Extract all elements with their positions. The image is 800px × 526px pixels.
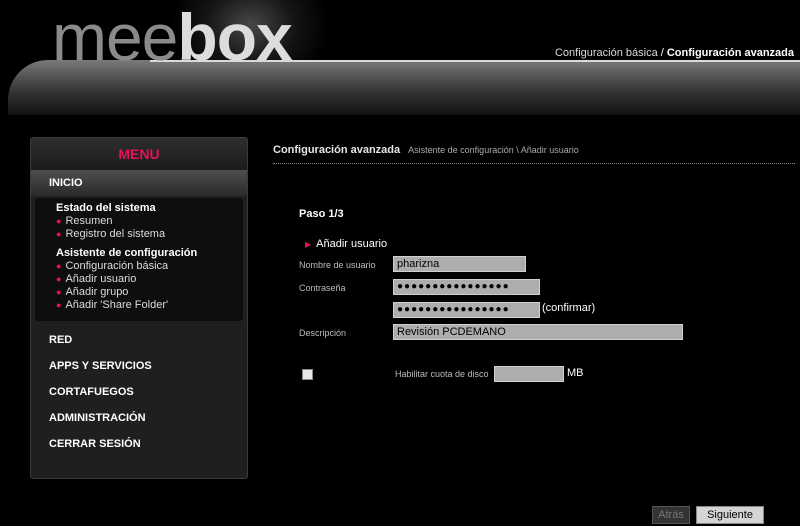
top-links: Configuración básica / Configuración ava… [555, 47, 794, 59]
advanced-config-link[interactable]: Configuración avanzada [667, 47, 794, 59]
nav-item-apps-servicios[interactable]: APPS Y SERVICIOS [31, 353, 247, 379]
sidebar-menu: MENU INICIO Estado del sistema ● Resumen … [30, 137, 248, 479]
breadcrumb-divider [273, 163, 795, 164]
description-label: Descripción [299, 328, 347, 338]
password-label: Contraseña [299, 283, 346, 293]
bullet-icon: ● [56, 300, 62, 310]
quota-label: Habilitar cuota de disco [395, 369, 489, 379]
nav-item-cerrar-sesion[interactable]: CERRAR SESIÓN [31, 431, 247, 457]
section-title: ▶ Añadir usuario [305, 238, 387, 250]
breadcrumb-sub: Asistente de configuración \ Añadir usua… [408, 145, 579, 155]
triangle-right-icon: ▶ [305, 240, 312, 249]
breadcrumb: Configuración avanzada Asistente de confi… [273, 144, 579, 156]
submenu-item-resumen[interactable]: ● Resumen [35, 215, 243, 228]
menu-title: MENU [31, 138, 247, 170]
inicio-submenu: Estado del sistema ● Resumen ● Registro de… [35, 198, 243, 321]
breadcrumb-main: Configuración avanzada [273, 144, 401, 156]
submenu-item-label: Configuración básica [65, 260, 169, 272]
quota-checkbox[interactable] [302, 369, 313, 380]
top-links-separator: / [657, 47, 667, 59]
submenu-item-share-folder[interactable]: ● Añadir 'Share Folder' [35, 299, 243, 312]
logo-part-mee: mee [52, 0, 178, 74]
submenu-item-anadir-grupo[interactable]: ● Añadir grupo [35, 286, 243, 299]
password-confirm-input[interactable]: ●●●●●●●●●●●●●●●● [393, 302, 540, 318]
submenu-item-label: Resumen [65, 215, 113, 227]
submenu-item-config-basica[interactable]: ● Configuración básica [35, 260, 243, 273]
quota-input[interactable] [494, 366, 564, 382]
bullet-icon: ● [56, 216, 62, 226]
description-input[interactable]: Revisión PCDEMANO [393, 324, 683, 340]
quota-unit: MB [567, 367, 584, 379]
submenu-item-registro[interactable]: ● Registro del sistema [35, 228, 243, 241]
submenu-item-label: Añadir usuario [65, 273, 137, 285]
step-indicator: Paso 1/3 [299, 208, 344, 220]
nav-item-administracion[interactable]: ADMINISTRACIÓN [31, 405, 247, 431]
header: meebox Configuración básica / Configurac… [0, 0, 800, 115]
confirm-label: (confirmar) [542, 302, 596, 314]
submenu-item-label: Añadir 'Share Folder' [65, 299, 169, 311]
submenu-group-estado: Estado del sistema [56, 202, 156, 214]
nav-item-inicio[interactable]: INICIO [31, 170, 247, 196]
logo-part-box: box [177, 0, 292, 74]
bullet-icon: ● [56, 261, 62, 271]
submenu-item-label: Añadir grupo [65, 286, 129, 298]
nav-item-cortafuegos[interactable]: CORTAFUEGOS [31, 379, 247, 405]
next-button[interactable]: Siguiente [696, 506, 764, 524]
section-title-label: Añadir usuario [316, 238, 388, 250]
password-input[interactable]: ●●●●●●●●●●●●●●●● [393, 279, 540, 295]
basic-config-link[interactable]: Configuración básica [555, 47, 658, 59]
submenu-item-label: Registro del sistema [65, 228, 166, 240]
nav-item-red[interactable]: RED [31, 327, 247, 353]
bullet-icon: ● [56, 274, 62, 284]
username-label: Nombre de usuario [299, 260, 376, 270]
submenu-item-anadir-usuario[interactable]: ● Añadir usuario [35, 273, 243, 286]
bullet-icon: ● [56, 287, 62, 297]
username-input[interactable]: pharizna [393, 256, 526, 272]
submenu-group-asistente: Asistente de configuración [56, 247, 198, 259]
meebox-logo: meebox [52, 4, 293, 70]
back-button[interactable]: Atrás [652, 506, 690, 524]
bullet-icon: ● [56, 229, 62, 239]
